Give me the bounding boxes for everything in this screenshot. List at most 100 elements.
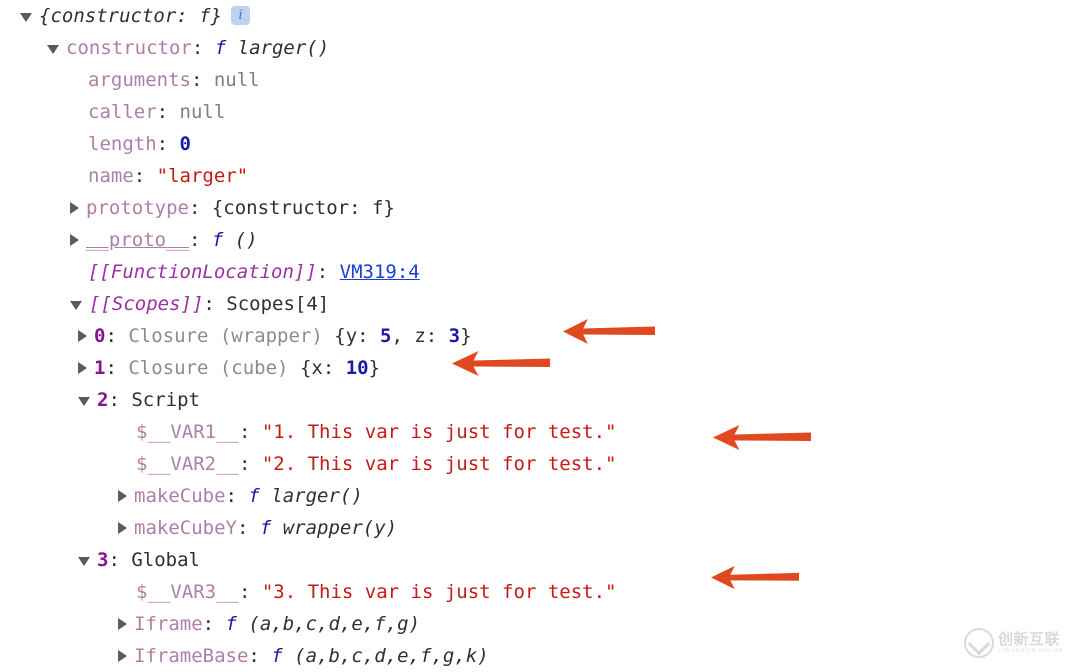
property-colon: : bbox=[191, 37, 215, 59]
scope-preview-part-1: 5 bbox=[380, 325, 392, 347]
property-value: "3. This var is just for test." bbox=[261, 581, 617, 603]
property-value: null bbox=[213, 69, 260, 91]
tree-row-constructor[interactable]: constructor: f larger() bbox=[0, 32, 1076, 64]
function-marker: f bbox=[214, 37, 238, 59]
watermark-text: 创新互联 CHUANGXIN HULIAN bbox=[998, 632, 1063, 654]
property-colon: : bbox=[105, 325, 129, 347]
info-icon[interactable]: i bbox=[231, 6, 251, 25]
property-key: __proto__ bbox=[86, 229, 189, 251]
property-colon: : bbox=[188, 229, 212, 251]
property-key: $__VAR2__ bbox=[136, 453, 239, 475]
property-value: 0 bbox=[179, 133, 191, 155]
scope-preview-part-2: , z: bbox=[391, 325, 449, 347]
function-marker: f bbox=[271, 645, 295, 667]
tree-row-makeCube[interactable]: makeCube: f larger() bbox=[0, 480, 1076, 512]
property-value: null bbox=[179, 101, 226, 123]
function-signature: (a,b,c,d,e,f,g) bbox=[248, 613, 421, 635]
property-colon: : bbox=[248, 645, 272, 667]
tree-row-var2: $__VAR2__: "2. This var is just for test… bbox=[0, 448, 1076, 480]
chevron-down-icon[interactable] bbox=[47, 45, 59, 54]
property-colon: : bbox=[105, 357, 129, 379]
tree-row-scope-1[interactable]: 1: Closure (cube) {x: 10} bbox=[0, 352, 1076, 384]
function-signature: larger() bbox=[271, 485, 363, 507]
property-key: constructor bbox=[66, 37, 192, 59]
property-key: prototype bbox=[86, 197, 189, 219]
scope-preview-part-3: 3 bbox=[448, 325, 461, 347]
source-link[interactable]: VM319:4 bbox=[340, 261, 420, 283]
property-key: 2 bbox=[97, 389, 109, 411]
property-value: "1. This var is just for test." bbox=[261, 421, 617, 443]
function-signature: (a,b,c,d,e,f,g,k) bbox=[294, 645, 489, 667]
chevron-down-icon[interactable] bbox=[20, 13, 32, 22]
property-key: IframeBase bbox=[134, 645, 249, 667]
chevron-right-icon[interactable] bbox=[118, 521, 127, 534]
tree-row-length: length: 0 bbox=[0, 128, 1076, 160]
property-colon: : bbox=[188, 197, 212, 219]
tree-row-scope-2[interactable]: 2: Script bbox=[0, 384, 1076, 416]
function-marker: f bbox=[259, 517, 283, 539]
tree-row-makeCubeY[interactable]: makeCubeY: f wrapper(y) bbox=[0, 512, 1076, 544]
property-key: 0 bbox=[94, 325, 106, 347]
watermark-logo-icon bbox=[964, 628, 994, 658]
tree-row-arguments: arguments: null bbox=[0, 64, 1076, 96]
property-key: length bbox=[88, 133, 157, 155]
property-key: makeCube bbox=[134, 485, 226, 507]
function-marker: f bbox=[225, 613, 249, 635]
function-signature: () bbox=[234, 229, 258, 251]
property-value: Scopes[4] bbox=[226, 293, 330, 315]
site-watermark: 创新互联 CHUANGXIN HULIAN bbox=[964, 626, 1068, 660]
property-colon: : bbox=[238, 581, 262, 603]
object-tree-rows: {constructor: f} i constructor: f larger()… bbox=[0, 0, 1076, 672]
chevron-right-icon[interactable] bbox=[70, 201, 79, 214]
property-colon: : bbox=[108, 549, 132, 571]
tree-row-iframe[interactable]: Iframe: f (a,b,c,d,e,f,g) bbox=[0, 608, 1076, 640]
property-key: caller bbox=[88, 101, 157, 123]
property-colon: : bbox=[108, 389, 132, 411]
chevron-right-icon[interactable] bbox=[78, 361, 87, 374]
tree-row-scopes[interactable]: [[Scopes]]: Scopes[4] bbox=[0, 288, 1076, 320]
scope-preview-part-2: } bbox=[368, 357, 381, 379]
chevron-down-icon[interactable] bbox=[78, 397, 90, 406]
property-key: Iframe bbox=[134, 613, 203, 635]
property-key: $__VAR1__ bbox=[136, 421, 239, 443]
tree-row-var3: $__VAR3__: "3. This var is just for test… bbox=[0, 576, 1076, 608]
property-colon: : bbox=[202, 613, 226, 635]
scope-kind: Closure (cube) bbox=[128, 357, 300, 379]
property-value: Script bbox=[131, 389, 200, 411]
scope-kind: Closure (wrapper) bbox=[128, 325, 335, 347]
tree-row-scope-3[interactable]: 3: Global bbox=[0, 544, 1076, 576]
tree-row-name: name: "larger" bbox=[0, 160, 1076, 192]
tree-row-proto[interactable]: __proto__: f () bbox=[0, 224, 1076, 256]
tree-row-scope-0[interactable]: 0: Closure (wrapper) {y: 5, z: 3} bbox=[0, 320, 1076, 352]
tree-row-iframebase[interactable]: IframeBase: f (a,b,c,d,e,f,g,k) bbox=[0, 640, 1076, 672]
tree-row-prototype[interactable]: prototype: {constructor: f} bbox=[0, 192, 1076, 224]
property-key: name bbox=[88, 165, 134, 187]
tree-row-function-location: [[FunctionLocation]]: VM319:4 bbox=[0, 256, 1076, 288]
property-key: [[FunctionLocation]] bbox=[88, 261, 317, 283]
tree-row-root[interactable]: {constructor: f} i bbox=[0, 0, 1076, 32]
property-key: arguments bbox=[88, 69, 191, 91]
function-signature: larger() bbox=[237, 37, 330, 59]
property-value: Global bbox=[131, 549, 200, 571]
chevron-right-icon[interactable] bbox=[78, 329, 87, 342]
tree-row-var1: $__VAR1__: "1. This var is just for test… bbox=[0, 416, 1076, 448]
scope-preview-part-0: {y: bbox=[334, 325, 381, 347]
chevron-right-icon[interactable] bbox=[118, 617, 127, 630]
function-signature: wrapper(y) bbox=[282, 517, 398, 539]
property-colon: : bbox=[238, 453, 262, 475]
chevron-right-icon[interactable] bbox=[70, 233, 79, 246]
scope-preview-part-0: {x: bbox=[299, 357, 346, 379]
property-key: [[Scopes]] bbox=[89, 293, 204, 315]
property-colon: : bbox=[156, 101, 180, 123]
property-colon: : bbox=[203, 293, 227, 315]
watermark-cn-label: 创新互联 bbox=[998, 630, 1061, 648]
chevron-down-icon[interactable] bbox=[78, 557, 90, 566]
property-key: makeCubeY bbox=[134, 517, 237, 539]
property-colon: : bbox=[236, 517, 260, 539]
chevron-right-icon[interactable] bbox=[118, 649, 127, 662]
property-colon: : bbox=[225, 485, 249, 507]
chevron-right-icon[interactable] bbox=[118, 489, 127, 502]
property-colon: : bbox=[316, 261, 340, 283]
function-marker: f bbox=[211, 229, 235, 251]
chevron-down-icon[interactable] bbox=[70, 301, 82, 310]
